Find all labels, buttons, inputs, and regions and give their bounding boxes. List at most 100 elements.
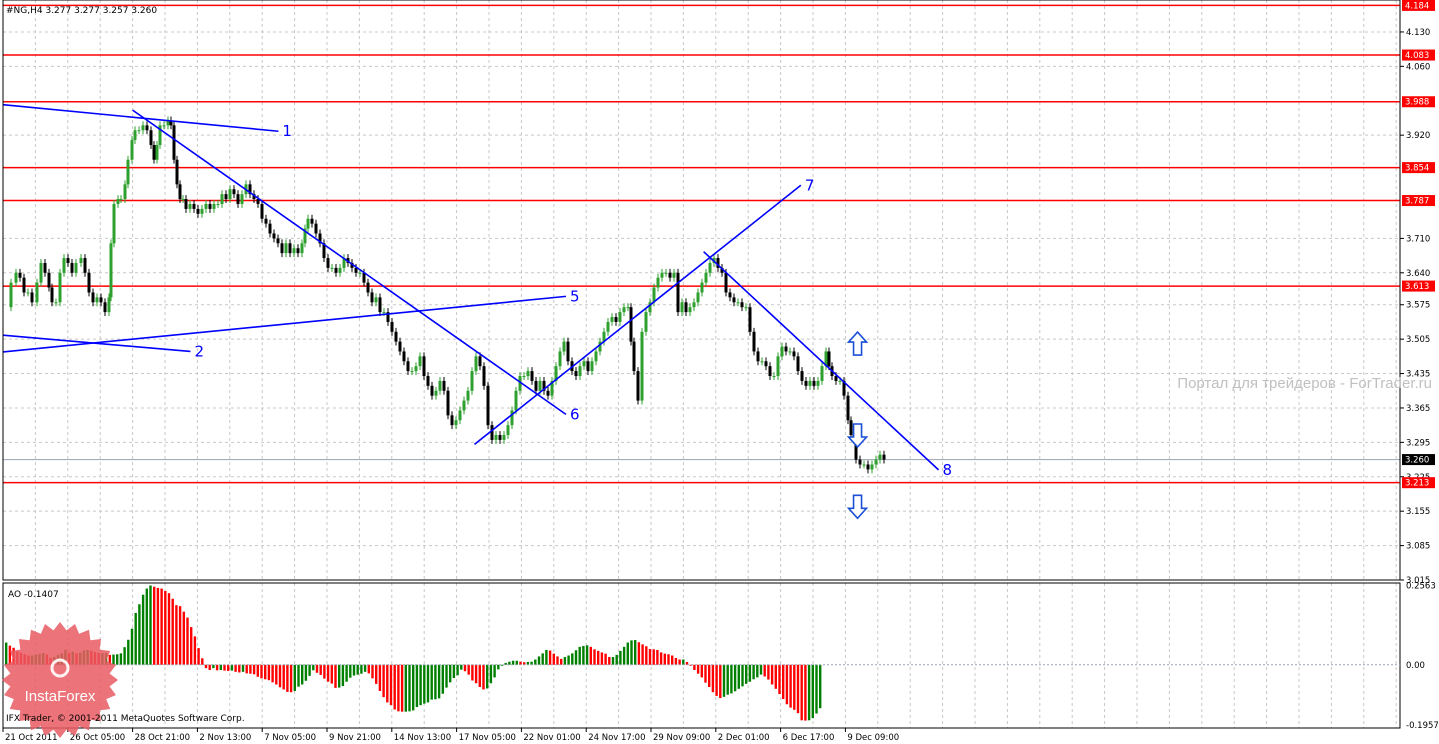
time-tick-label: 9 Dec 09:00 [847, 733, 899, 743]
candle-bear [91, 292, 95, 303]
candle-bear [390, 321, 394, 332]
ao-bar [733, 664, 737, 692]
candle-bull [874, 459, 878, 465]
ao-bar [541, 653, 544, 665]
candle-bull [382, 312, 386, 314]
candle-bull [772, 376, 776, 378]
ao-bar [330, 664, 333, 684]
ao-bar [682, 659, 685, 665]
ao-bar [626, 642, 629, 665]
ao-bar [456, 664, 459, 676]
candle-bull [204, 203, 208, 209]
ao-bar [489, 664, 493, 684]
candle-bull [358, 272, 362, 274]
candle-bear [614, 317, 618, 322]
ao-bar [234, 664, 237, 672]
candle-bear [482, 366, 486, 386]
candle-bull [618, 312, 622, 322]
ao-bar [537, 656, 541, 665]
candle-bear [326, 258, 330, 268]
ao-bar [486, 664, 489, 689]
candle-bull [434, 390, 438, 396]
candle-bear [849, 420, 853, 435]
candle-bear [858, 459, 862, 465]
ao-bar [770, 664, 774, 685]
candle-bear [764, 361, 768, 367]
ao-bar [260, 664, 263, 679]
candle-bull [414, 366, 418, 372]
candle-bull [470, 371, 474, 391]
candle-bear [276, 238, 280, 244]
ao-bar [782, 664, 785, 699]
candle-bear [272, 233, 276, 239]
candle-bull [14, 272, 18, 283]
price-tick-label: 3.710 [1406, 234, 1430, 244]
ao-bar [548, 650, 552, 665]
ao-bar [112, 654, 115, 665]
price-chart: 1 2 5 6 7 8 4.130 4.060 3.920 3.710 3.640 3.575 3.5… [0, 0, 1439, 744]
candle-bull [306, 218, 310, 229]
ao-bar [160, 588, 163, 665]
candle-bull [820, 366, 824, 381]
candle-bull [123, 184, 127, 200]
candle-bear [366, 282, 370, 293]
candle-bull [474, 356, 478, 372]
candle-bear [18, 272, 22, 278]
level-price-label: 3.988 [1405, 98, 1429, 108]
ao-bar [275, 664, 278, 685]
candle-bear [450, 415, 454, 426]
ao-bar [116, 654, 119, 665]
ao-bar [582, 645, 585, 665]
candle-bull [35, 282, 39, 303]
ao-bar [467, 664, 470, 675]
candle-bull [438, 380, 442, 391]
candle-bear [629, 307, 633, 342]
ao-bar [478, 664, 481, 687]
ao-bar [711, 664, 715, 693]
candle-bull [808, 380, 812, 386]
ao-bar [145, 588, 148, 665]
ao-bar [352, 664, 356, 676]
ao-bar [360, 664, 363, 674]
candle-bull [526, 371, 530, 377]
ao-bar [811, 664, 814, 719]
candle-bull [692, 302, 696, 308]
ao-bar [593, 649, 596, 665]
time-tick-label: 22 Nov 01:00 [523, 733, 580, 743]
ao-bar [567, 655, 570, 665]
ao-bar [412, 664, 415, 711]
ao-bar [149, 585, 152, 665]
ao-bar [445, 664, 448, 688]
ao-bar [441, 664, 444, 694]
ao-bar [215, 664, 219, 671]
candle-bull [522, 376, 526, 378]
ao-bar [563, 657, 567, 665]
candle-bull [220, 194, 224, 204]
candle-bull [700, 282, 704, 293]
candle-bull [736, 302, 740, 304]
candle-bear [566, 341, 570, 362]
candle-bull [562, 341, 566, 352]
ao-bar [722, 664, 726, 697]
time-tick-label: 7 Nov 05:00 [264, 733, 316, 743]
candle-bull [62, 258, 66, 273]
ao-bar [282, 664, 285, 690]
ao-bar [175, 605, 178, 665]
ao-bar [737, 664, 740, 689]
ao-bar [656, 649, 659, 665]
ao-bar [393, 664, 396, 710]
candle-bear [288, 243, 292, 254]
candle-bull [558, 351, 562, 367]
ao-bar [386, 664, 389, 703]
ao-bar [419, 664, 422, 706]
oscillator-label: AO -0.1407 [8, 590, 59, 600]
ao-bar [5, 642, 8, 665]
candle-bull [58, 272, 62, 303]
ao-bar [437, 664, 441, 699]
candle-bull [594, 351, 598, 362]
candle-bear [804, 380, 808, 386]
ao-bar [208, 664, 211, 670]
ao-bar [434, 664, 437, 700]
ao-bar [397, 664, 400, 712]
ao-bar [637, 642, 641, 665]
